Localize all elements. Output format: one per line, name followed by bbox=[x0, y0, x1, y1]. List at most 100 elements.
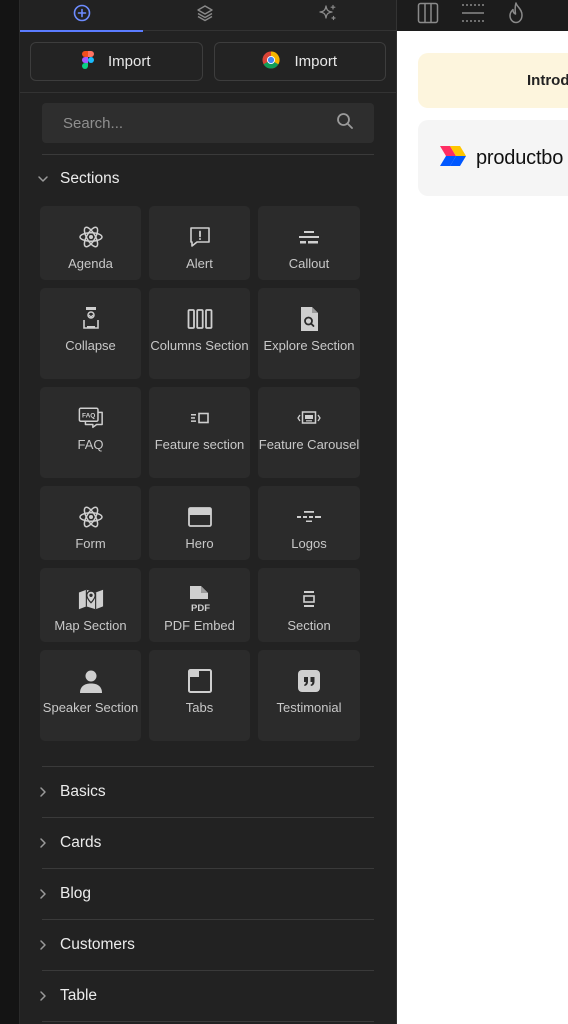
file-search-icon bbox=[296, 306, 322, 332]
block-agenda[interactable]: Agenda bbox=[40, 206, 141, 280]
block-label: Testimonial bbox=[276, 700, 342, 715]
group-label-cards: Cards bbox=[60, 834, 102, 851]
block-feature-carousel[interactable]: Feature Carousel bbox=[258, 387, 360, 478]
chrome-import-button[interactable]: Import bbox=[213, 42, 386, 81]
canvas-area: Introd productbo bbox=[397, 0, 568, 1024]
group-label-sections: Sections bbox=[60, 170, 120, 187]
block-label: Hero bbox=[185, 536, 214, 551]
callout-icon bbox=[296, 224, 322, 250]
group-label-table: Table bbox=[60, 987, 98, 1004]
insert-panel: Import Import Sections bbox=[20, 0, 397, 1024]
group-label-basics: Basics bbox=[60, 783, 106, 800]
figma-import-label: Import bbox=[107, 53, 151, 70]
block-label: PDF Embed bbox=[164, 618, 235, 633]
search-input[interactable] bbox=[63, 114, 303, 132]
sparkles-icon bbox=[318, 3, 338, 28]
collapse-icon bbox=[78, 306, 104, 332]
divider bbox=[42, 1021, 374, 1022]
logo-text: productbo bbox=[476, 146, 564, 169]
block-map-section[interactable]: Map Section bbox=[40, 568, 141, 642]
block-label: Columns Section bbox=[150, 338, 249, 353]
productboard-logo-icon bbox=[440, 145, 468, 171]
import-row: Import Import bbox=[20, 31, 396, 81]
group-label-blog: Blog bbox=[60, 885, 92, 902]
block-label: Agenda bbox=[68, 256, 113, 271]
block-feature-section[interactable]: Feature section bbox=[149, 387, 250, 478]
faq-icon: FAQ bbox=[78, 405, 104, 431]
group-header-table[interactable]: Table bbox=[20, 971, 396, 1021]
left-edge-strip bbox=[0, 0, 20, 1024]
chevron-right-icon bbox=[36, 938, 50, 952]
chevron-right-icon bbox=[36, 836, 50, 850]
svg-text:PDF: PDF bbox=[191, 603, 210, 613]
block-pdf-embed[interactable]: PDF PDF Embed bbox=[149, 568, 250, 642]
block-label: Collapse bbox=[65, 338, 116, 353]
block-testimonial[interactable]: Testimonial bbox=[258, 650, 360, 741]
chrome-import-label: Import bbox=[294, 53, 337, 70]
block-tabs[interactable]: Tabs bbox=[149, 650, 250, 741]
search-box bbox=[42, 103, 374, 143]
block-label: Form bbox=[75, 536, 106, 551]
chevron-right-icon bbox=[36, 887, 50, 901]
block-columns-section[interactable]: Columns Section bbox=[149, 288, 250, 379]
group-header-sections[interactable]: Sections bbox=[20, 155, 396, 203]
figma-icon bbox=[81, 50, 94, 73]
logos-icon bbox=[296, 504, 322, 530]
tab-add[interactable] bbox=[20, 0, 143, 32]
block-speaker-section[interactable]: Speaker Section bbox=[40, 650, 141, 741]
group-label-customers: Customers bbox=[60, 936, 135, 953]
block-form[interactable]: Form bbox=[40, 486, 141, 560]
section-blocks-grid: Agenda Alert Callout Collapse Columns Se… bbox=[20, 206, 396, 741]
react-atom-icon bbox=[78, 504, 104, 530]
group-header-basics[interactable]: Basics bbox=[20, 767, 396, 817]
block-label: Feature Carousel bbox=[258, 437, 360, 452]
divider bbox=[20, 92, 396, 93]
chevron-right-icon bbox=[36, 785, 50, 799]
block-faq[interactable]: FAQ FAQ bbox=[40, 387, 141, 478]
block-logos[interactable]: Logos bbox=[258, 486, 360, 560]
react-atom-icon bbox=[78, 224, 104, 250]
block-alert[interactable]: Alert bbox=[149, 206, 250, 280]
svg-text:FAQ: FAQ bbox=[81, 413, 94, 420]
hero-icon bbox=[187, 504, 213, 530]
map-icon bbox=[78, 586, 104, 612]
layers-icon bbox=[196, 4, 214, 27]
flame-icon[interactable] bbox=[507, 2, 525, 29]
block-label: Callout bbox=[288, 256, 330, 271]
block-label: Map Section bbox=[54, 618, 127, 633]
block-collapse[interactable]: Collapse bbox=[40, 288, 141, 379]
block-section[interactable]: Section bbox=[258, 568, 360, 642]
group-header-customers[interactable]: Customers bbox=[20, 920, 396, 970]
spacing-guides-icon[interactable] bbox=[461, 2, 485, 29]
columns-layout-icon[interactable] bbox=[417, 2, 439, 29]
tab-layers[interactable] bbox=[143, 0, 266, 31]
columns-icon bbox=[187, 306, 213, 332]
group-header-cards[interactable]: Cards bbox=[20, 818, 396, 868]
block-label: Explore Section bbox=[263, 338, 355, 353]
figma-import-button[interactable]: Import bbox=[30, 42, 203, 81]
canvas-toolbar bbox=[397, 0, 568, 31]
search-icon[interactable] bbox=[336, 112, 354, 135]
block-label: FAQ bbox=[77, 437, 104, 452]
block-hero[interactable]: Hero bbox=[149, 486, 250, 560]
plus-circle-icon bbox=[73, 4, 91, 27]
tab-ai[interactable] bbox=[266, 0, 389, 31]
block-label: Alert bbox=[186, 256, 213, 271]
carousel-icon bbox=[296, 405, 322, 431]
chrome-icon bbox=[262, 50, 281, 73]
block-label: Feature section bbox=[154, 437, 245, 452]
group-header-blog[interactable]: Blog bbox=[20, 869, 396, 919]
block-label: Logos bbox=[291, 536, 327, 551]
block-label: Tabs bbox=[185, 700, 214, 715]
block-explore-section[interactable]: Explore Section bbox=[258, 288, 360, 379]
section-icon bbox=[296, 586, 322, 612]
pdf-icon: PDF bbox=[187, 586, 213, 613]
person-icon bbox=[78, 668, 104, 694]
block-callout[interactable]: Callout bbox=[258, 206, 360, 280]
block-label: Speaker Section bbox=[42, 700, 139, 715]
chevron-down-icon bbox=[36, 172, 50, 186]
collapsed-groups: Basics Cards Blog Customers Table bbox=[20, 766, 396, 1022]
logo-card[interactable]: productbo bbox=[418, 120, 568, 196]
feature-section-icon bbox=[187, 405, 213, 431]
announcement-banner[interactable]: Introd bbox=[418, 53, 568, 108]
